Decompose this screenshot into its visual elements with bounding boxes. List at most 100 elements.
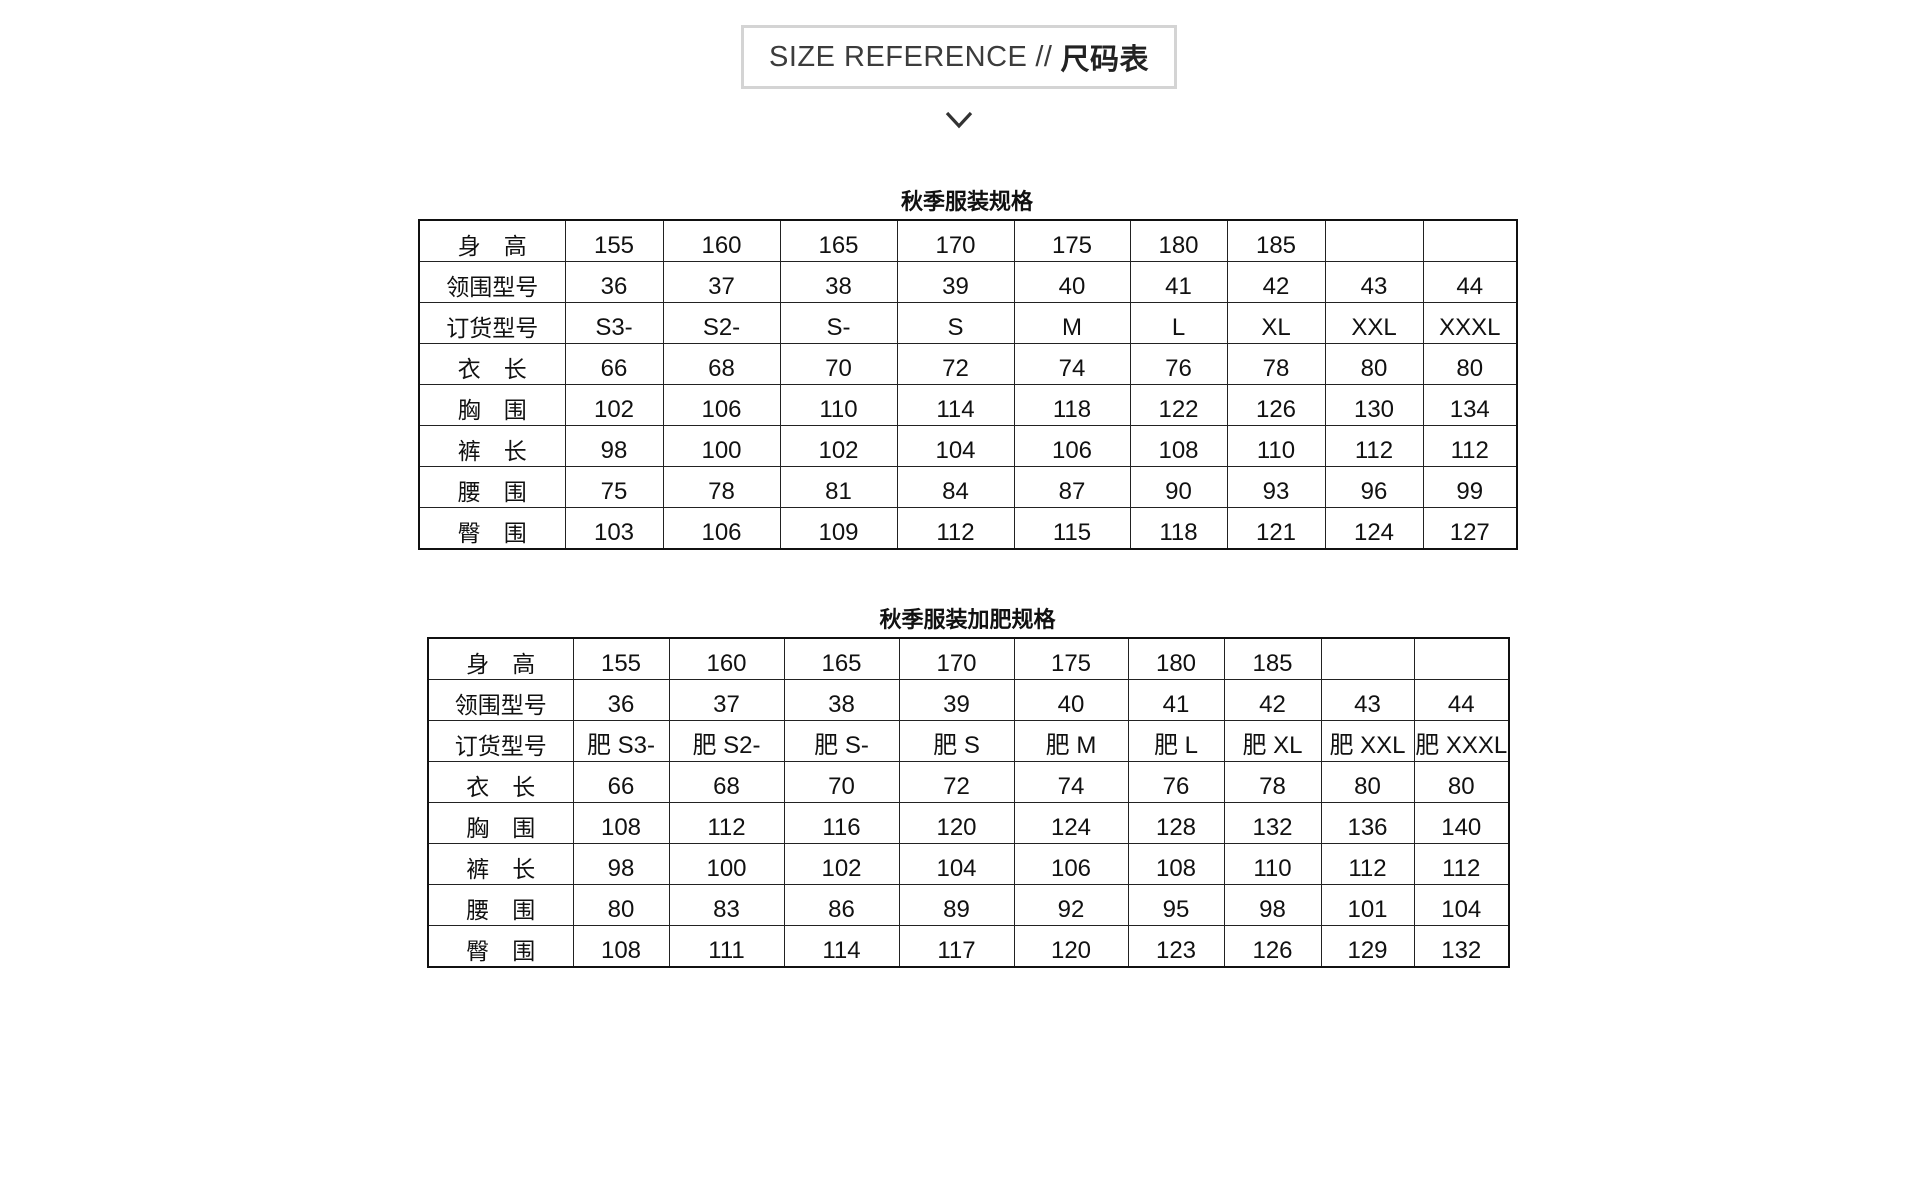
table-cell: 72 [896, 343, 1015, 385]
table-cell: 81 [779, 466, 898, 508]
table-cell: 102 [779, 425, 898, 467]
table-cell: 109 [779, 507, 898, 550]
table-row: 衣 长 66 68 70 72 74 76 78 80 80 [427, 761, 1510, 803]
table-cell: 74 [1013, 761, 1129, 803]
row-label-cell: 领围型号 [427, 679, 574, 721]
table-cell: 103 [564, 507, 664, 550]
size-reference-header: SIZE REFERENCE // 尺码表 [741, 25, 1177, 89]
table-cell: S- [779, 302, 898, 344]
table-cell: 165 [783, 637, 900, 680]
table-cell: 185 [1223, 637, 1322, 680]
table-cell: 102 [564, 384, 664, 426]
table-cell: 104 [1413, 884, 1510, 926]
table-cell: 116 [783, 802, 900, 844]
row-label-cell: 腰 围 [418, 466, 566, 508]
table-cell: 93 [1226, 466, 1326, 508]
table-cell: 肥 S2- [668, 720, 785, 762]
table-cell: 102 [783, 843, 900, 885]
table-cell: 96 [1324, 466, 1424, 508]
table-cell: 106 [1013, 843, 1129, 885]
table-cell: 175 [1013, 637, 1129, 680]
table-cell: 75 [564, 466, 664, 508]
table-cell: 86 [783, 884, 900, 926]
table-cell: 106 [662, 507, 781, 550]
table-cell: 120 [1013, 925, 1129, 968]
table-cell: 80 [1324, 343, 1424, 385]
table-cell: 肥 XXL [1320, 720, 1415, 762]
table-cell: 66 [564, 343, 664, 385]
table-cell: 70 [783, 761, 900, 803]
table-cell: 101 [1320, 884, 1415, 926]
table-cell [1422, 219, 1518, 262]
table-cell: 肥 S [898, 720, 1015, 762]
table-cell: 40 [1013, 679, 1129, 721]
table-cell: 132 [1413, 925, 1510, 968]
table-row: 衣 长 66 68 70 72 74 76 78 80 80 [418, 343, 1518, 385]
table-cell: 100 [662, 425, 781, 467]
table-cell: 170 [896, 219, 1015, 262]
table-cell: 76 [1129, 343, 1228, 385]
row-label-cell: 领围型号 [418, 261, 566, 303]
table-cell: 132 [1223, 802, 1322, 844]
table-cell: 126 [1223, 925, 1322, 968]
table-cell: 117 [898, 925, 1015, 968]
table-row: 领围型号 36 37 38 39 40 41 42 43 44 [427, 679, 1510, 721]
table-cell: 129 [1320, 925, 1415, 968]
table-cell: 115 [1013, 507, 1131, 550]
row-label-cell: 胸 围 [418, 384, 566, 426]
table-cell: 37 [668, 679, 785, 721]
table-cell: 100 [668, 843, 785, 885]
row-label-cell: 订货型号 [427, 720, 574, 762]
table-cell [1413, 637, 1510, 680]
table-cell: L [1129, 302, 1228, 344]
table-cell: 128 [1127, 802, 1225, 844]
table-cell: S3- [564, 302, 664, 344]
size-table: 身 高 155 160 165 170 175 180 185 领围型号 36 37 38 39 40 41… [418, 219, 1518, 550]
table-cell: S2- [662, 302, 781, 344]
row-label-cell: 胸 围 [427, 802, 574, 844]
table-cell: S [896, 302, 1015, 344]
table-cell: 110 [779, 384, 898, 426]
table-cell: 肥 XL [1223, 720, 1322, 762]
table-row: 领围型号 36 37 38 39 40 41 42 43 44 [418, 261, 1518, 303]
table-cell: 160 [668, 637, 785, 680]
table-cell: 98 [564, 425, 664, 467]
table-cell: XL [1226, 302, 1326, 344]
table-cell: 118 [1129, 507, 1228, 550]
table-cell: 112 [668, 802, 785, 844]
table-cell: 108 [1127, 843, 1225, 885]
row-label-cell: 臀 围 [418, 507, 566, 550]
table-cell: 114 [783, 925, 900, 968]
table-cell: 104 [896, 425, 1015, 467]
table-row: 臀 围 108 111 114 117 120 123 126 129 132 [427, 925, 1510, 968]
row-label-cell: 衣 长 [427, 761, 574, 803]
table-cell [1320, 637, 1415, 680]
table-cell: 80 [1320, 761, 1415, 803]
table-cell: 120 [898, 802, 1015, 844]
table-cell: 肥 XXXL [1413, 720, 1510, 762]
table-cell: 112 [1422, 425, 1518, 467]
table-cell: 43 [1320, 679, 1415, 721]
table-cell: 121 [1226, 507, 1326, 550]
table-cell: 99 [1422, 466, 1518, 508]
table-cell: 41 [1129, 261, 1228, 303]
table-cell: 68 [662, 343, 781, 385]
table-cell: 37 [662, 261, 781, 303]
table-cell: 78 [1226, 343, 1326, 385]
table-cell: 110 [1226, 425, 1326, 467]
table-cell: 112 [1413, 843, 1510, 885]
row-label-cell: 衣 长 [418, 343, 566, 385]
table-cell: 108 [572, 802, 670, 844]
table-cell: 136 [1320, 802, 1415, 844]
table-cell: M [1013, 302, 1131, 344]
row-label-cell: 腰 围 [427, 884, 574, 926]
table-cell: 80 [1413, 761, 1510, 803]
table-cell: 92 [1013, 884, 1129, 926]
table-cell: 175 [1013, 219, 1131, 262]
table-cell: 124 [1013, 802, 1129, 844]
table-cell: 140 [1413, 802, 1510, 844]
table-cell: 122 [1129, 384, 1228, 426]
table-cell: 106 [1013, 425, 1131, 467]
table-cell: 肥 L [1127, 720, 1225, 762]
table-cell: 155 [572, 637, 670, 680]
